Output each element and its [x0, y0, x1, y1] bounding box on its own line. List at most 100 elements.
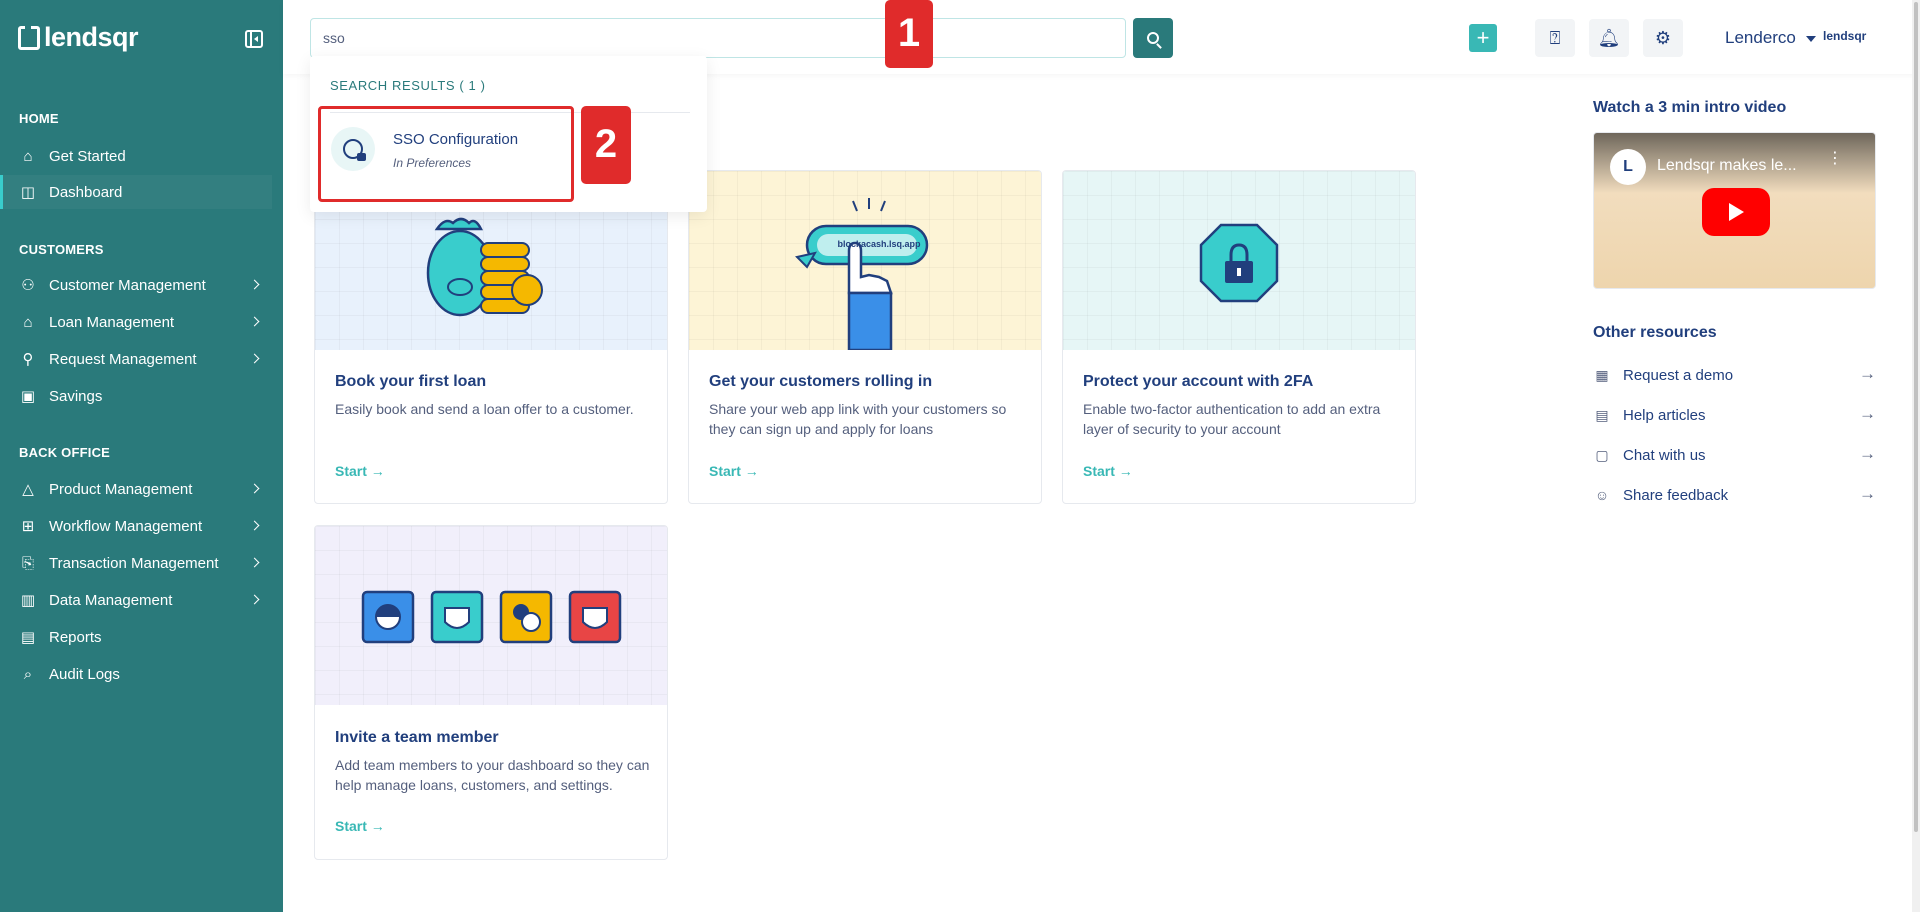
sidebar-item-transaction-management[interactable]: ⎘ Transaction Management	[0, 546, 272, 580]
arrow-right-icon: →	[1859, 404, 1876, 423]
bank-icon: ⌂	[23, 313, 33, 331]
sidebar-item-label: Workflow Management	[49, 517, 203, 535]
card-start-link[interactable]: Start →	[335, 463, 385, 479]
sidebar-item-product-management[interactable]: △ Product Management	[0, 472, 272, 506]
page-scrollbar[interactable]	[1912, 0, 1920, 912]
card-title: Invite a team member	[335, 729, 499, 746]
card-customers-rolling[interactable]: blockacash.lsq.app Get your customers ro…	[688, 170, 1042, 504]
resource-help-articles[interactable]: ▤ Help articles →	[1593, 403, 1876, 427]
nav-section-back-office: BACK OFFICE	[19, 445, 111, 460]
dashboard-icon: ◫	[20, 184, 36, 201]
brand-logo[interactable]: lendsqr	[18, 22, 139, 53]
product-icon: △	[22, 481, 34, 498]
resource-request-demo[interactable]: ▦ Request a demo →	[1593, 363, 1876, 387]
search-results-header: SEARCH RESULTS ( 1 )	[330, 78, 486, 93]
sidebar-item-get-started[interactable]: ⌂ Get Started	[0, 139, 272, 173]
sidebar-item-label: Data Management	[49, 591, 173, 609]
search-input[interactable]	[310, 18, 1126, 58]
resource-label: Help articles	[1623, 406, 1706, 424]
url-label: blockacash.lsq.app	[837, 239, 921, 249]
search-icon	[1147, 32, 1159, 44]
lock-icon	[1199, 223, 1279, 303]
lendsqr-logo-icon	[18, 25, 40, 50]
channel-logo-icon: L	[1610, 149, 1646, 185]
audit-icon: ⌕	[23, 665, 33, 683]
arrow-right-icon: →	[1859, 364, 1876, 383]
card-start-link[interactable]: Start →	[335, 818, 385, 834]
feedback-icon: ☺	[1594, 487, 1610, 503]
chat-icon: ▢	[1595, 446, 1609, 463]
search-results-dropdown: SEARCH RESULTS ( 1 ) SSO Configuration I…	[310, 56, 707, 212]
video-heading: Watch a 3 min intro video	[1593, 99, 1787, 116]
sidebar-item-reports[interactable]: ▤ Reports	[0, 620, 272, 654]
transaction-icon: ⎘	[21, 554, 34, 572]
chevron-right-icon	[249, 557, 260, 568]
org-logo: lendsqr	[1823, 29, 1867, 43]
card-illustration	[315, 526, 667, 705]
chevron-right-icon	[249, 279, 260, 290]
card-invite-team[interactable]: Invite a team member Add team members to…	[314, 525, 668, 860]
step-badge-2: 2	[581, 106, 631, 184]
card-2fa[interactable]: Protect your account with 2FA Enable two…	[1062, 170, 1416, 504]
notifications-button[interactable]: 🔔︎	[1589, 19, 1629, 57]
resources-heading: Other resources	[1593, 324, 1717, 341]
sidebar-item-workflow-management[interactable]: ⊞ Workflow Management	[0, 509, 272, 543]
sidebar-item-customer-management[interactable]: ⚇ Customer Management	[0, 268, 272, 302]
home-icon: ⌂	[23, 147, 33, 165]
sidebar-item-request-management[interactable]: ⚲ Request Management	[0, 342, 272, 376]
request-icon: ⚲	[22, 351, 34, 368]
search-result-subtitle: In Preferences	[393, 156, 472, 170]
sidebar-item-label: Audit Logs	[49, 665, 120, 683]
card-description: Easily book and send a loan offer to a c…	[335, 401, 634, 417]
collapse-sidebar-icon[interactable]	[245, 30, 263, 48]
briefcase-icon: ▣	[20, 388, 36, 405]
help-button[interactable]: ⍰	[1535, 19, 1575, 57]
card-title: Get your customers rolling in	[709, 373, 933, 390]
resource-chat[interactable]: ▢ Chat with us →	[1593, 443, 1876, 467]
card-start-link[interactable]: Start →	[709, 463, 759, 479]
arrow-right-icon: →	[1859, 444, 1876, 463]
search-result-title: SSO Configuration	[393, 131, 519, 148]
sidebar: lendsqr HOME ⌂ Get Started ◫ Dashboard C…	[0, 0, 283, 912]
help-icon: ⍰	[1549, 27, 1561, 48]
chevron-right-icon	[249, 520, 260, 531]
nav-section-customers: CUSTOMERS	[19, 242, 104, 257]
user-name[interactable]: Lenderco	[1725, 28, 1796, 48]
card-description: Share your web app link with your custom…	[709, 401, 1007, 437]
sidebar-item-data-management[interactable]: ▥ Data Management	[0, 583, 272, 617]
report-icon: ▤	[20, 629, 36, 646]
card-description: Add team members to your dashboard so th…	[335, 757, 650, 793]
search-result-sso-configuration[interactable]: SSO Configuration In Preferences	[318, 106, 574, 202]
sidebar-item-savings[interactable]: ▣ Savings	[0, 379, 272, 413]
resource-share-feedback[interactable]: ☺ Share feedback →	[1593, 483, 1876, 507]
sidebar-item-label: Savings	[49, 387, 103, 405]
intro-video[interactable]: L Lendsqr makes le... ⋮	[1593, 132, 1876, 289]
users-icon: ⚇	[21, 277, 35, 294]
nav-section-home: HOME	[19, 111, 59, 126]
workflow-icon: ⊞	[21, 518, 35, 535]
add-button[interactable]: +	[1469, 24, 1497, 52]
sso-icon	[331, 127, 375, 171]
chevron-right-icon	[249, 483, 260, 494]
sidebar-item-dashboard[interactable]: ◫ Dashboard	[0, 175, 272, 209]
card-start-link[interactable]: Start →	[1083, 463, 1133, 479]
step-badge-1: 1	[885, 0, 933, 68]
gear-icon: ⚙	[1654, 27, 1672, 48]
sidebar-item-loan-management[interactable]: ⌂ Loan Management	[0, 305, 272, 339]
sidebar-item-audit-logs[interactable]: ⌕ Audit Logs	[0, 657, 272, 691]
chevron-down-icon[interactable]	[1806, 36, 1816, 42]
resource-label: Chat with us	[1623, 446, 1706, 464]
document-icon: ▤	[1595, 406, 1609, 423]
chevron-right-icon	[249, 353, 260, 364]
sidebar-item-label: Get Started	[49, 147, 126, 165]
bell-icon: 🔔︎	[1597, 27, 1621, 48]
card-illustration	[1063, 171, 1415, 350]
video-title: Lendsqr makes le...	[1657, 157, 1797, 174]
settings-button[interactable]: ⚙	[1643, 19, 1683, 57]
more-options-icon[interactable]: ⋮	[1827, 151, 1843, 167]
search-button[interactable]	[1133, 18, 1173, 58]
chevron-right-icon	[249, 316, 260, 327]
card-book-loan[interactable]: Book your first loan Easily book and sen…	[314, 170, 668, 504]
sidebar-item-label: Customer Management	[49, 276, 206, 294]
play-button-icon[interactable]	[1702, 188, 1770, 236]
